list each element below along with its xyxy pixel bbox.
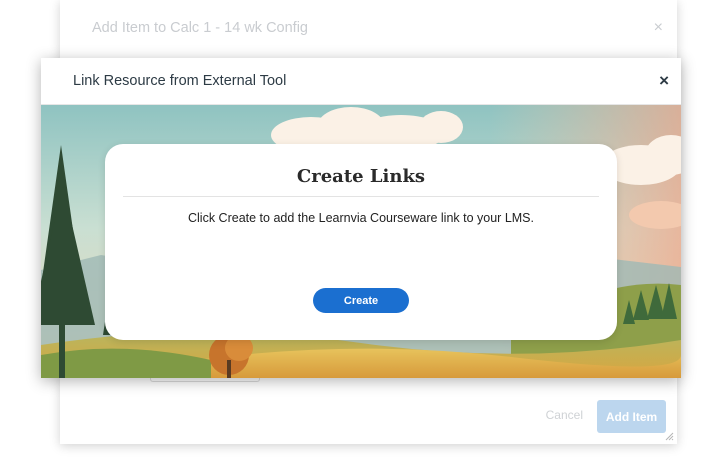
close-icon[interactable]: × [654, 20, 663, 36]
card-title: Create Links [296, 166, 426, 187]
resize-handle-icon[interactable] [665, 432, 674, 441]
create-button[interactable]: Create [313, 288, 409, 313]
link-resource-dialog-header: Link Resource from External Tool × [41, 58, 681, 105]
cancel-button[interactable]: Cancel [546, 408, 583, 422]
external-tool-frame: Create Links Click Create to add the Lea… [41, 105, 681, 378]
create-links-card: Create Links Click Create to add the Lea… [105, 144, 617, 340]
add-item-dialog-title: Add Item to Calc 1 - 14 wk Config [92, 20, 308, 36]
link-resource-dialog-title: Link Resource from External Tool [73, 73, 287, 89]
add-item-dialog-footer: Cancel Add Item [60, 374, 677, 444]
card-divider [123, 196, 599, 197]
close-icon[interactable]: × [659, 72, 669, 89]
add-item-button[interactable]: Add Item [597, 400, 666, 433]
link-resource-dialog: Link Resource from External Tool × Creat… [41, 58, 681, 378]
add-item-dialog-header: Add Item to Calc 1 - 14 wk Config × [60, 0, 677, 56]
card-message: Click Create to add the Learnvia Coursew… [188, 211, 534, 225]
